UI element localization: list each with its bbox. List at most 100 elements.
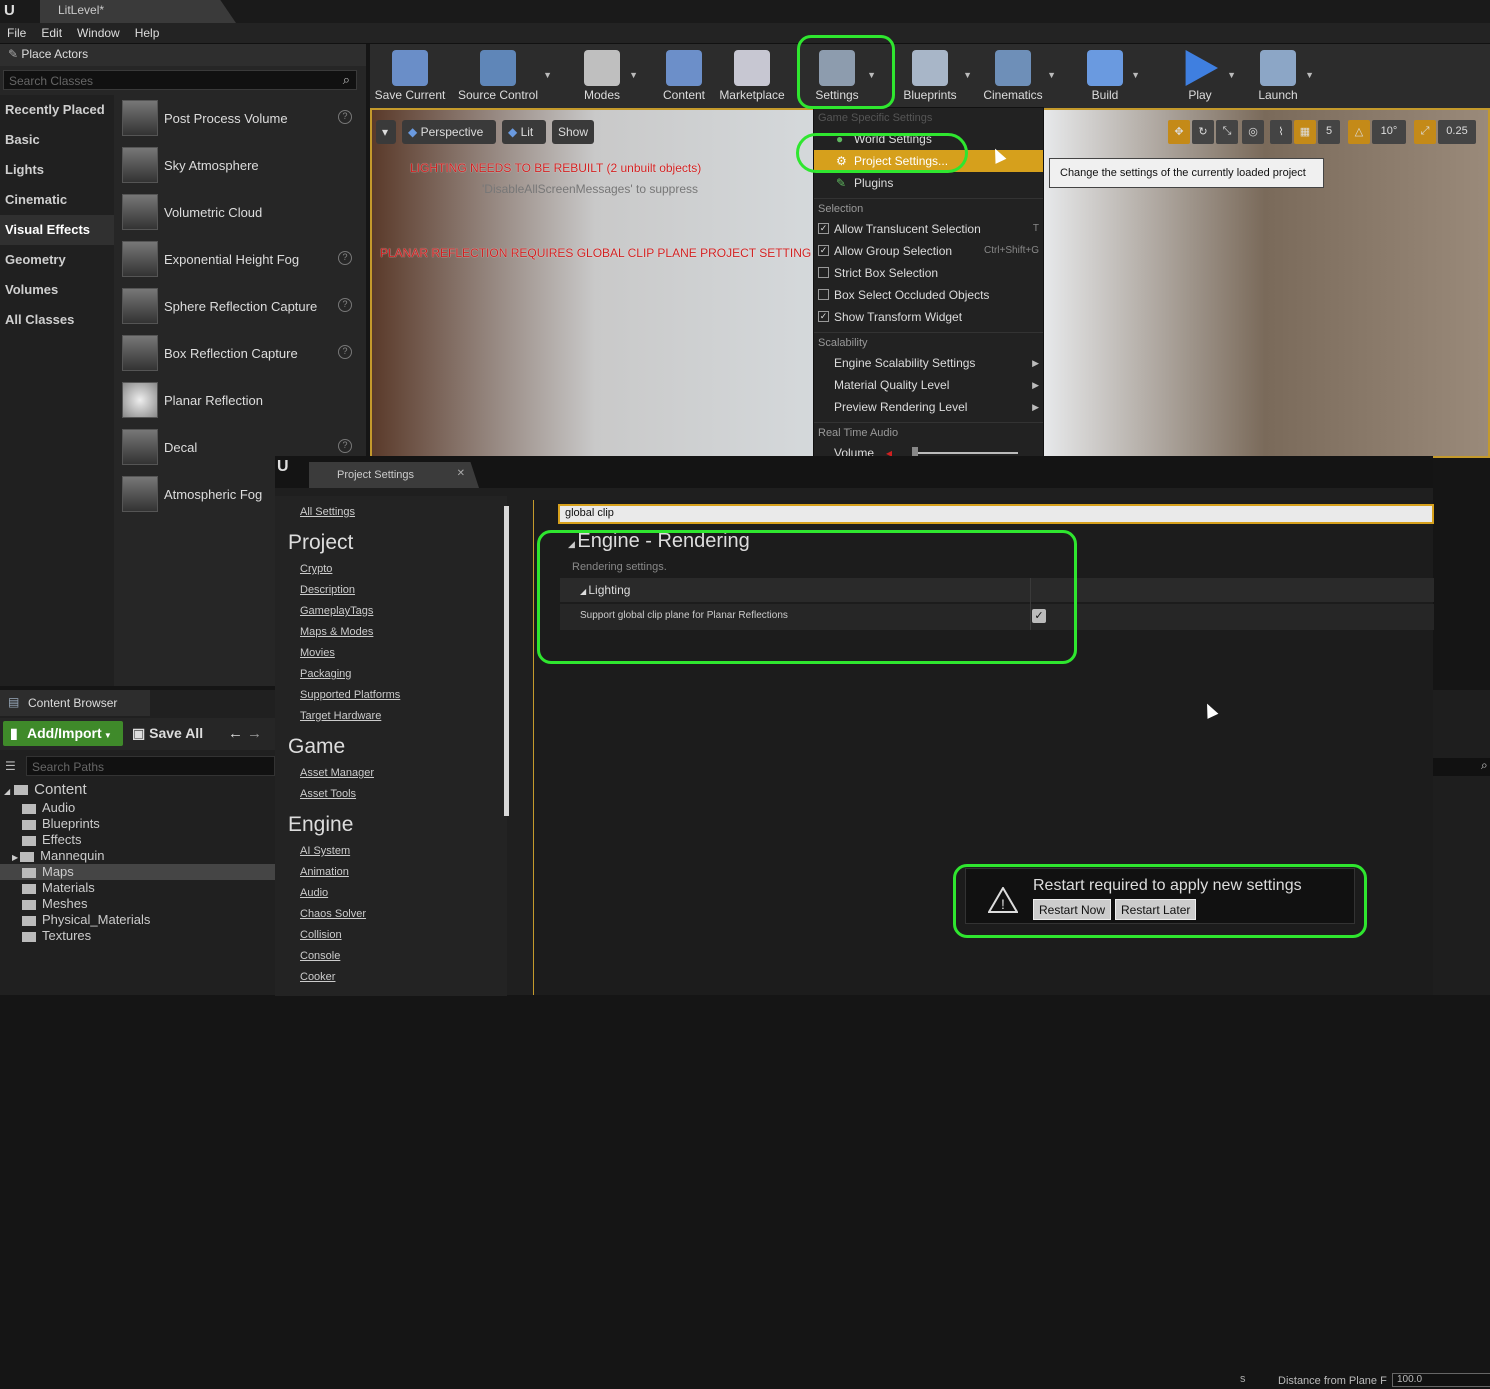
expand-arrow-icon[interactable]: ▶ bbox=[12, 853, 18, 862]
category-recently-placed[interactable]: Recently Placed bbox=[0, 95, 114, 125]
nav-item-console[interactable]: Console bbox=[275, 946, 507, 967]
checkbox-checked[interactable]: ✓ bbox=[818, 223, 829, 234]
nav-item-collision[interactable]: Collision bbox=[275, 925, 507, 946]
back-arrow-icon[interactable]: ← bbox=[228, 725, 243, 742]
nav-item-cooker[interactable]: Cooker bbox=[275, 967, 507, 988]
add-import-button[interactable]: ▮ Add/Import ▼ bbox=[3, 721, 123, 746]
show-button[interactable]: Show bbox=[552, 120, 594, 144]
save-all-button[interactable]: ▣ Save All bbox=[132, 725, 203, 742]
nav-item-description[interactable]: Description bbox=[275, 580, 507, 601]
world-settings-item[interactable]: ● World Settings bbox=[814, 128, 1043, 150]
actor-item[interactable]: Exponential Height Fog? bbox=[118, 237, 362, 284]
menu-help[interactable]: Help bbox=[128, 23, 168, 40]
all-settings-link[interactable]: All Settings bbox=[275, 502, 507, 523]
scale-icon[interactable]: ⤡ bbox=[1216, 120, 1238, 144]
translate-icon[interactable]: ✥ bbox=[1168, 120, 1190, 144]
rotation-snap-icon[interactable]: △ bbox=[1348, 120, 1370, 144]
content-browser-tab[interactable]: ▤ Content Browser bbox=[0, 690, 150, 716]
settings-search-input[interactable]: global clip bbox=[558, 504, 1434, 524]
save-current-button[interactable]: Save Current bbox=[374, 44, 446, 108]
level-tab[interactable]: LitLevel* bbox=[40, 0, 236, 23]
nav-item-supported-platforms[interactable]: Supported Platforms bbox=[275, 685, 507, 706]
nav-item-gameplaytags[interactable]: GameplayTags bbox=[275, 601, 507, 622]
category-lights[interactable]: Lights bbox=[0, 155, 114, 185]
settings-button[interactable]: Settings ▼ bbox=[810, 44, 876, 108]
actor-item[interactable]: Planar Reflection bbox=[118, 378, 362, 425]
launch-button[interactable]: Launch ▼ bbox=[1254, 44, 1314, 108]
checkbox-unchecked[interactable] bbox=[818, 267, 829, 278]
chevron-down-icon[interactable]: ▼ bbox=[1047, 70, 1056, 80]
search-classes-input[interactable]: Search Classes ⌕ bbox=[3, 70, 357, 90]
category-all-classes[interactable]: All Classes bbox=[0, 305, 114, 335]
nav-item-asset-tools[interactable]: Asset Tools bbox=[275, 784, 507, 805]
modes-button[interactable]: Modes ▼ bbox=[578, 44, 638, 108]
actor-item[interactable]: Volumetric Cloud bbox=[118, 190, 362, 237]
category-visual-effects[interactable]: Visual Effects bbox=[0, 215, 114, 245]
global-clip-plane-checkbox[interactable]: ✓ bbox=[1032, 609, 1046, 623]
rotate-icon[interactable]: ↻ bbox=[1192, 120, 1214, 144]
collapse-arrow-icon[interactable]: ◢ bbox=[4, 787, 10, 796]
project-settings-item[interactable]: ⚙ Project Settings... bbox=[814, 150, 1043, 172]
checkbox-checked[interactable]: ✓ bbox=[818, 311, 829, 322]
blueprints-button[interactable]: Blueprints ▼ bbox=[900, 44, 972, 108]
content-button[interactable]: Content bbox=[660, 44, 708, 108]
actor-item[interactable]: Post Process Volume? bbox=[118, 96, 362, 143]
search-icon[interactable]: ⌕ bbox=[343, 72, 350, 88]
nav-item-ai-system[interactable]: AI System bbox=[275, 841, 507, 862]
nav-item-movies[interactable]: Movies bbox=[275, 643, 507, 664]
play-button[interactable]: Play ▼ bbox=[1176, 44, 1236, 108]
forward-arrow-icon[interactable]: → bbox=[247, 725, 262, 742]
nav-item-animation[interactable]: Animation bbox=[275, 862, 507, 883]
nav-item-asset-manager[interactable]: Asset Manager bbox=[275, 763, 507, 784]
source-control-button[interactable]: Source Control ▼ bbox=[456, 44, 552, 108]
tree-item-selected[interactable]: Maps bbox=[0, 864, 275, 880]
grid-size-value[interactable]: 5 bbox=[1318, 120, 1340, 144]
surface-snap-icon[interactable]: ⌇ bbox=[1270, 120, 1292, 144]
help-icon[interactable]: ? bbox=[338, 345, 352, 359]
marketplace-button[interactable]: Marketplace bbox=[716, 44, 788, 108]
collapse-arrow-icon[interactable]: ◢ bbox=[568, 539, 577, 549]
world-icon[interactable]: ◎ bbox=[1242, 120, 1264, 144]
tree-item[interactable]: Effects bbox=[0, 832, 275, 848]
perspective-button[interactable]: ◆ Perspective bbox=[402, 120, 496, 144]
tree-item[interactable]: Meshes bbox=[0, 896, 275, 912]
nav-item-crypto[interactable]: Crypto bbox=[275, 559, 507, 580]
scale-snap-value[interactable]: 0.25 bbox=[1438, 120, 1476, 144]
actor-item[interactable]: Box Reflection Capture? bbox=[118, 331, 362, 378]
chevron-down-icon[interactable]: ▼ bbox=[543, 70, 552, 80]
search-paths-input[interactable]: Search Paths bbox=[26, 756, 275, 776]
checkbox-checked[interactable]: ✓ bbox=[818, 245, 829, 256]
box-select-occluded[interactable]: Box Select Occluded Objects bbox=[814, 284, 1043, 306]
chevron-down-icon[interactable]: ▼ bbox=[867, 70, 876, 80]
nav-scrollbar[interactable] bbox=[504, 506, 509, 816]
category-basic[interactable]: Basic bbox=[0, 125, 114, 155]
chevron-down-icon[interactable]: ▼ bbox=[629, 70, 638, 80]
lit-button[interactable]: ◆ Lit bbox=[502, 120, 546, 144]
allow-translucent-selection[interactable]: ✓ Allow Translucent Selection T bbox=[814, 218, 1043, 240]
close-icon[interactable]: ✕ bbox=[457, 468, 465, 479]
actor-item[interactable]: Sky Atmosphere bbox=[118, 143, 362, 190]
help-icon[interactable]: ? bbox=[338, 251, 352, 265]
viewport-options-button[interactable]: ▾ bbox=[376, 120, 396, 144]
underlying-setting-value[interactable]: 100.0 bbox=[1392, 1373, 1490, 1387]
tree-item[interactable]: Textures bbox=[0, 928, 275, 944]
tree-item[interactable]: Materials bbox=[0, 880, 275, 896]
rotation-snap-value[interactable]: 10° bbox=[1372, 120, 1406, 144]
chevron-down-icon[interactable]: ▼ bbox=[1131, 70, 1140, 80]
strict-box-selection[interactable]: Strict Box Selection bbox=[814, 262, 1043, 284]
category-cinematic[interactable]: Cinematic bbox=[0, 185, 114, 215]
allow-group-selection[interactable]: ✓ Allow Group Selection Ctrl+Shift+G bbox=[814, 240, 1043, 262]
tree-item[interactable]: Physical_Materials bbox=[0, 912, 275, 928]
tree-item[interactable]: ▶ Mannequin bbox=[0, 848, 275, 864]
nav-item-packaging[interactable]: Packaging bbox=[275, 664, 507, 685]
tree-root-content[interactable]: ◢ Content bbox=[0, 782, 275, 798]
nav-item-maps-modes[interactable]: Maps & Modes bbox=[275, 622, 507, 643]
chevron-down-icon[interactable]: ▼ bbox=[1227, 70, 1236, 80]
menu-edit[interactable]: Edit bbox=[34, 23, 70, 40]
build-button[interactable]: Build ▼ bbox=[1082, 44, 1140, 108]
help-icon[interactable]: ? bbox=[338, 110, 352, 124]
plugins-item[interactable]: ✎ Plugins bbox=[814, 172, 1043, 194]
chevron-down-icon[interactable]: ▼ bbox=[1305, 70, 1314, 80]
project-settings-tab[interactable]: Project Settings ✕ bbox=[309, 462, 479, 488]
restart-now-button[interactable]: Restart Now bbox=[1033, 899, 1112, 920]
